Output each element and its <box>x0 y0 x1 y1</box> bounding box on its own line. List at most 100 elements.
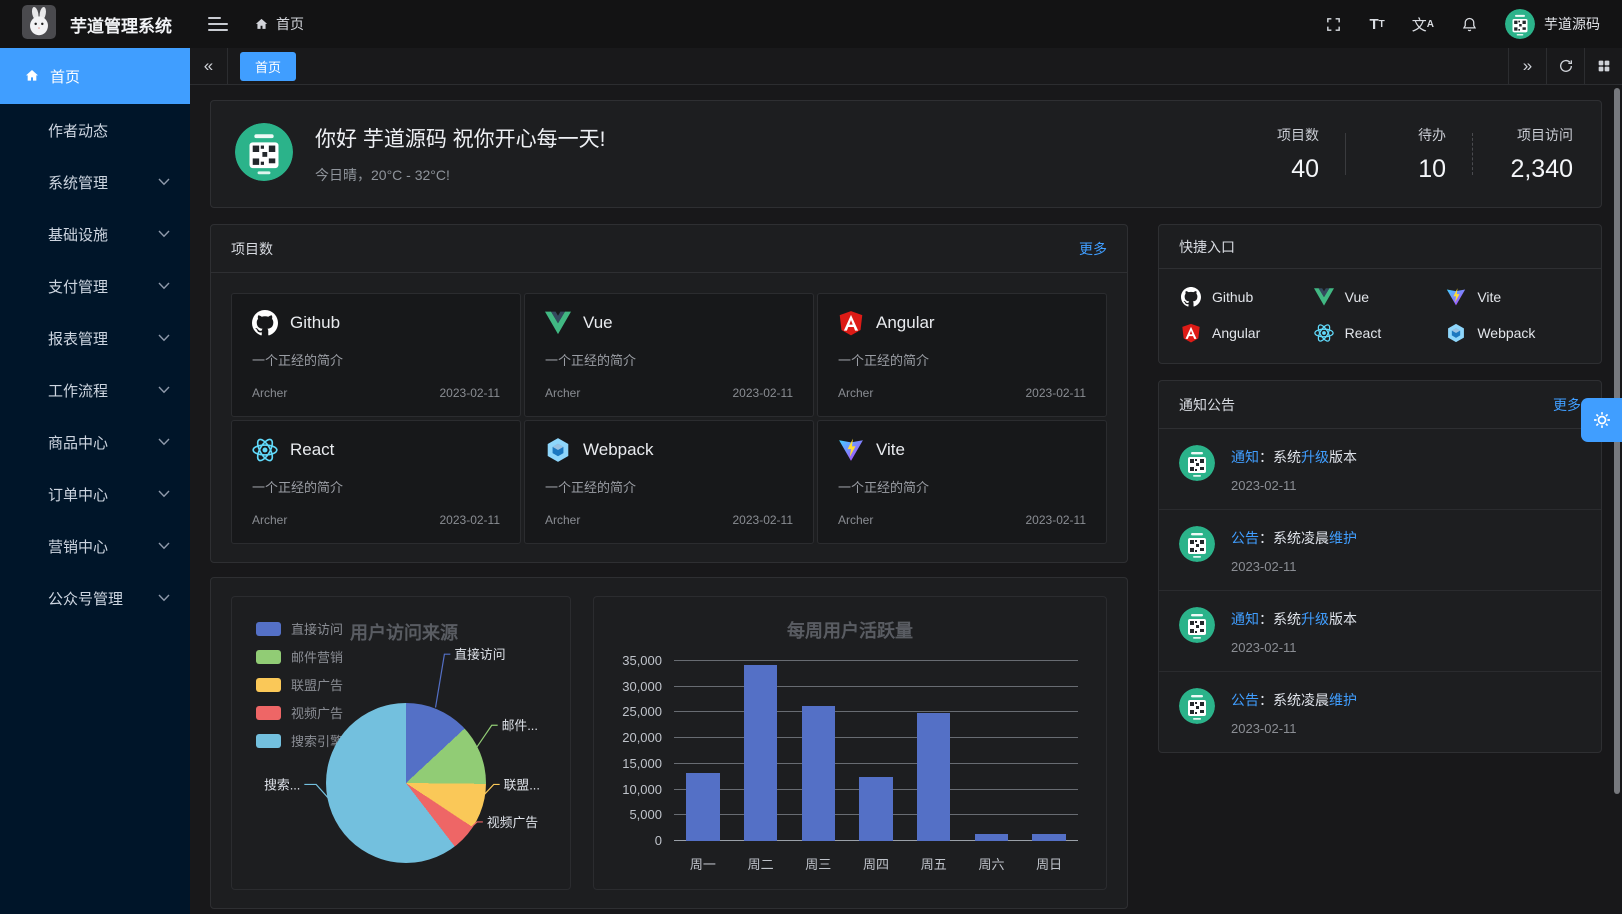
sidebar-item-5[interactable]: 报表管理 <box>0 312 190 364</box>
project-name: Angular <box>876 313 935 333</box>
legend-label: 直接访问 <box>291 619 343 638</box>
sidebar-item-6[interactable]: 工作流程 <box>0 364 190 416</box>
project-name: Webpack <box>583 440 654 460</box>
chevron-down-icon <box>158 230 170 238</box>
app-window: 芋道管理系统 首页 TT 文A 芋道源码 首页作者动态系统管理基础设施支付管理报… <box>0 0 1622 914</box>
legend-label: 联盟广告 <box>291 675 343 694</box>
sidebar-item-2[interactable]: 系统管理 <box>0 156 190 208</box>
project-name: Vue <box>583 313 613 333</box>
tabs-scroll-left-icon[interactable]: « <box>190 48 228 84</box>
sidebar-item-4[interactable]: 支付管理 <box>0 260 190 312</box>
greeting-avatar <box>235 123 293 186</box>
shortcut-vue[interactable]: Vue <box>1314 287 1447 307</box>
tabs-menu-icon[interactable] <box>1584 48 1622 84</box>
notice-text: 公告：系统凌晨维护 <box>1231 528 1357 548</box>
project-desc: 一个正经的简介 <box>545 350 793 369</box>
notice-post: 版本 <box>1329 449 1357 465</box>
menu-fold-icon[interactable] <box>208 13 228 35</box>
x-tick-label: 周三 <box>789 854 847 873</box>
notice-avatar <box>1179 688 1215 724</box>
notice-tag-link[interactable]: 公告 <box>1231 530 1259 546</box>
project-card-webpack[interactable]: Webpack一个正经的简介Archer2023-02-11 <box>524 420 814 544</box>
vite-icon <box>838 437 864 463</box>
shortcuts-title: 快捷入口 <box>1179 237 1235 257</box>
stat-divider <box>1472 133 1473 175</box>
project-card-vue[interactable]: Vue一个正经的简介Archer2023-02-11 <box>524 293 814 417</box>
project-author: Archer <box>545 513 580 527</box>
react-icon <box>1314 323 1334 343</box>
sidebar-item-label: 营销中心 <box>48 536 108 557</box>
bar-chart-title: 每周用户活跃量 <box>594 617 1106 643</box>
app-logo <box>22 5 56 44</box>
legend-swatch <box>256 706 281 720</box>
shortcut-react[interactable]: React <box>1314 323 1447 343</box>
sidebar-item-7[interactable]: 商品中心 <box>0 416 190 468</box>
refresh-icon[interactable] <box>1546 48 1584 84</box>
notice-highlight-link[interactable]: 升级 <box>1301 611 1329 627</box>
sidebar-item-10[interactable]: 公众号管理 <box>0 572 190 624</box>
chevron-down-icon <box>158 386 170 394</box>
project-desc: 一个正经的简介 <box>252 350 500 369</box>
notice-post: 版本 <box>1329 611 1357 627</box>
notice-item-1[interactable]: 公告：系统凌晨维护2023-02-11 <box>1159 509 1601 590</box>
header-actions: TT 文A 芋道源码 <box>1325 9 1622 39</box>
fullscreen-icon[interactable] <box>1325 16 1342 33</box>
shortcut-vite[interactable]: Vite <box>1446 287 1579 307</box>
project-desc: 一个正经的简介 <box>838 477 1086 496</box>
language-icon[interactable]: 文A <box>1412 14 1434 35</box>
sidebar-item-9[interactable]: 营销中心 <box>0 520 190 572</box>
legend-item-2[interactable]: 联盟广告 <box>256 675 343 694</box>
project-author: Archer <box>838 513 873 527</box>
project-card-angular[interactable]: Angular一个正经的简介Archer2023-02-11 <box>817 293 1107 417</box>
bar-周日 <box>1032 834 1065 841</box>
legend-item-3[interactable]: 视频广告 <box>256 703 343 722</box>
tab-home[interactable]: 首页 <box>240 52 296 81</box>
project-desc: 一个正经的简介 <box>838 350 1086 369</box>
shortcut-angular[interactable]: Angular <box>1181 323 1314 343</box>
legend-swatch <box>256 622 281 636</box>
angular-icon <box>1181 323 1201 343</box>
notices-more-link[interactable]: 更多 <box>1553 395 1581 415</box>
notice-highlight-link[interactable]: 维护 <box>1329 530 1357 546</box>
sidebar-item-3[interactable]: 基础设施 <box>0 208 190 260</box>
notice-item-2[interactable]: 通知：系统升级版本2023-02-11 <box>1159 590 1601 671</box>
notice-tag-link[interactable]: 通知 <box>1231 611 1259 627</box>
sidebar-item-1[interactable]: 作者动态 <box>0 104 190 156</box>
pie-chart-title: 用户访问来源 <box>350 619 458 645</box>
project-card-react[interactable]: React一个正经的简介Archer2023-02-11 <box>231 420 521 544</box>
project-card-github[interactable]: Github一个正经的简介Archer2023-02-11 <box>231 293 521 417</box>
sidebar-item-0[interactable]: 首页 <box>0 48 190 104</box>
sidebar-item-8[interactable]: 订单中心 <box>0 468 190 520</box>
project-card-vite[interactable]: Vite一个正经的简介Archer2023-02-11 <box>817 420 1107 544</box>
notice-item-0[interactable]: 通知：系统升级版本2023-02-11 <box>1159 429 1601 509</box>
legend-item-1[interactable]: 邮件营销 <box>256 647 343 666</box>
shortcut-label: Webpack <box>1477 325 1535 341</box>
shortcut-label: Vue <box>1345 289 1369 305</box>
settings-button[interactable] <box>1581 398 1622 442</box>
notice-tag-link[interactable]: 通知 <box>1231 449 1259 465</box>
font-size-icon[interactable]: TT <box>1369 16 1384 33</box>
sidebar-item-label: 基础设施 <box>48 224 108 245</box>
projects-more-link[interactable]: 更多 <box>1079 239 1107 259</box>
breadcrumb[interactable]: 首页 <box>254 14 304 34</box>
legend-item-4[interactable]: 搜索引擎 <box>256 731 343 750</box>
user-menu[interactable]: 芋道源码 <box>1505 9 1600 39</box>
sidebar: 首页作者动态系统管理基础设施支付管理报表管理工作流程商品中心订单中心营销中心公众… <box>0 48 190 914</box>
shortcut-github[interactable]: Github <box>1181 287 1314 307</box>
tabs-scroll-right-icon[interactable]: » <box>1508 48 1546 84</box>
bell-icon[interactable] <box>1461 16 1478 33</box>
notice-text: 通知：系统升级版本 <box>1231 609 1357 629</box>
notices-list: 通知：系统升级版本2023-02-11公告：系统凌晨维护2023-02-11通知… <box>1159 429 1601 752</box>
notices-card: 通知公告 更多 通知：系统升级版本2023-02-11公告：系统凌晨维护2023… <box>1158 380 1602 753</box>
notice-item-3[interactable]: 公告：系统凌晨维护2023-02-11 <box>1159 671 1601 752</box>
shortcut-webpack[interactable]: Webpack <box>1446 323 1579 343</box>
bar-周三 <box>802 706 835 841</box>
bar-周六 <box>975 834 1008 841</box>
notice-tag-link[interactable]: 公告 <box>1231 692 1259 708</box>
bar-series <box>674 661 1078 841</box>
legend-item-0[interactable]: 直接访问 <box>256 619 343 638</box>
notice-highlight-link[interactable]: 升级 <box>1301 449 1329 465</box>
notice-text: 公告：系统凌晨维护 <box>1231 690 1357 710</box>
stat-todo: 待办10 <box>1372 125 1446 184</box>
notice-highlight-link[interactable]: 维护 <box>1329 692 1357 708</box>
